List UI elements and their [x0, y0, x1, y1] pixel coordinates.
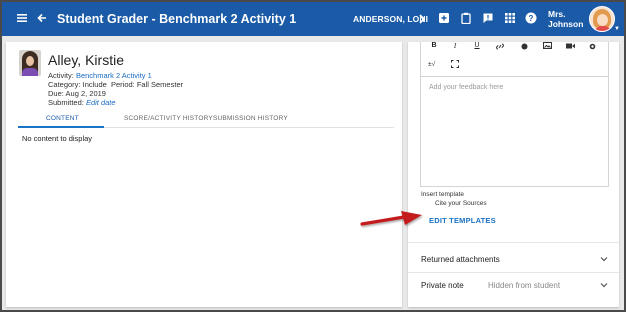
tab-submission-history[interactable]: SUBMISSION HISTORY: [213, 115, 288, 122]
caret-down-icon[interactable]: ▼: [614, 26, 620, 32]
user-avatar[interactable]: [589, 6, 615, 32]
video-icon[interactable]: [564, 43, 576, 51]
divider: [408, 272, 619, 273]
add-icon[interactable]: [438, 12, 450, 26]
italic-button[interactable]: I: [449, 42, 461, 50]
tab-score-history[interactable]: SCORE/ACTIVITY HISTORY: [124, 115, 213, 122]
activity-link[interactable]: Benchmark 2 Activity 1: [76, 71, 152, 80]
clipboard-icon[interactable]: [460, 12, 472, 26]
divider: [408, 242, 619, 243]
underline-button[interactable]: U: [471, 42, 483, 49]
record-icon[interactable]: [586, 43, 598, 52]
empty-content-message: No content to display: [22, 134, 93, 143]
fullscreen-icon[interactable]: [449, 60, 461, 70]
chevron-down-icon[interactable]: [600, 282, 608, 290]
help-icon[interactable]: ?: [525, 12, 537, 26]
tab-content[interactable]: CONTENT: [46, 115, 79, 122]
content-tabs: CONTENT SCORE/ACTIVITY HISTORY SUBMISSIO…: [18, 112, 394, 128]
formula-icon[interactable]: ±√: [427, 60, 439, 69]
chevron-down-icon[interactable]: [600, 256, 608, 264]
menu-icon[interactable]: [16, 12, 28, 26]
student-name: Alley, Kirstie: [48, 52, 124, 68]
feedback-panel: B I U ±√ Add your feedback here Insert t…: [408, 42, 619, 307]
student-content-panel: Alley, Kirstie Activity: Benchmark 2 Act…: [6, 42, 402, 307]
back-arrow-icon[interactable]: [36, 12, 48, 26]
insert-template-label: Insert template: [421, 191, 464, 198]
color-icon[interactable]: [518, 43, 530, 52]
category-row: Category: Include Period: Fall Semester: [48, 80, 184, 89]
svg-text:±√: ±√: [428, 60, 436, 67]
private-note-value[interactable]: Hidden from student: [488, 281, 560, 290]
link-icon[interactable]: [494, 43, 506, 52]
template-item-cite-sources[interactable]: Cite your Sources: [435, 200, 487, 207]
svg-text:?: ?: [529, 14, 534, 23]
feedback-editor: B I U ±√ Add your feedback here: [420, 42, 609, 187]
user-name[interactable]: Mrs. Johnson: [548, 9, 583, 29]
activity-row: Activity: Benchmark 2 Activity 1: [48, 71, 152, 80]
feedback-textarea[interactable]: Add your feedback here: [421, 76, 608, 186]
feedback-icon[interactable]: [482, 12, 494, 26]
apps-grid-icon[interactable]: [504, 12, 516, 26]
edit-date-link[interactable]: Edit date: [86, 98, 116, 107]
active-tab-indicator: [18, 126, 104, 128]
private-note-label: Private note: [421, 281, 464, 290]
image-icon[interactable]: [541, 42, 553, 51]
edit-templates-link[interactable]: EDIT TEMPLATES: [429, 216, 496, 225]
returned-attachments-label[interactable]: Returned attachments: [421, 255, 500, 264]
page-title: Student Grader - Benchmark 2 Activity 1: [57, 12, 297, 26]
app-window: Student Grader - Benchmark 2 Activity 1 …: [2, 2, 624, 310]
submitted-row: Submitted: Edit date: [48, 98, 116, 107]
due-row: Due: Aug 2, 2019: [48, 89, 106, 98]
student-avatar: [19, 50, 41, 76]
annotation-arrow-icon: [360, 211, 422, 226]
feedback-placeholder: Add your feedback here: [429, 84, 504, 91]
top-app-bar: Student Grader - Benchmark 2 Activity 1 …: [2, 2, 624, 36]
next-chevron-icon[interactable]: [417, 13, 427, 27]
bold-button[interactable]: B: [428, 42, 440, 49]
